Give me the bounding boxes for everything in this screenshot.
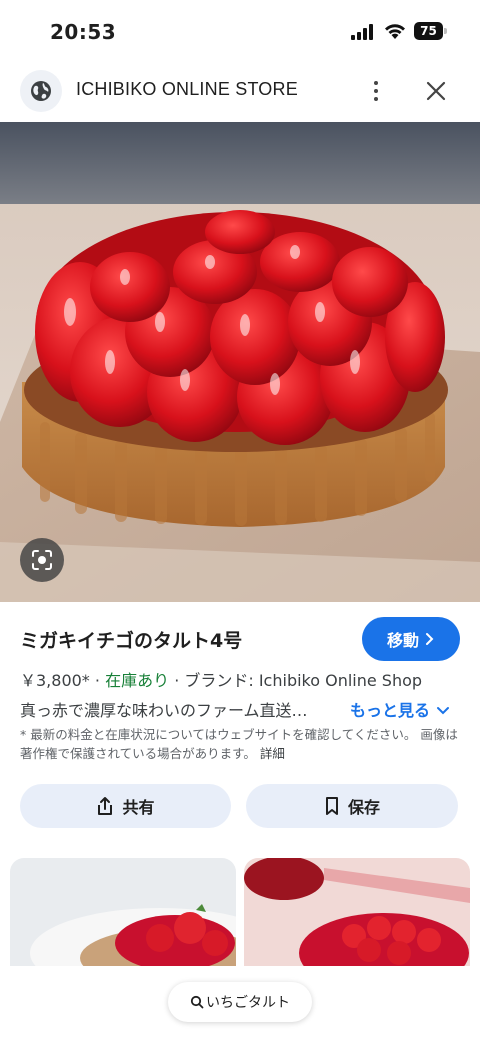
share-label: 共有 (122, 798, 155, 817)
battery-level: 75 (414, 22, 443, 40)
product-title: ミガキイチゴのタルト4号 (20, 630, 243, 652)
search-chip[interactable]: いちごタルト (168, 982, 312, 1022)
lens-search-icon[interactable] (20, 538, 64, 582)
details-link[interactable]: 詳細 (260, 746, 285, 761)
product-image[interactable] (0, 122, 480, 602)
browser-toolbar: ICHIBIKO ONLINE STORE (0, 62, 480, 122)
disclaimer-text: * 最新の料金と在庫状況についてはウェブサイトを確認してください。 画像は著作権… (20, 727, 458, 761)
search-chip-label: いちごタルト (206, 995, 290, 1011)
product-description: 真っ赤で濃厚な味わいのファーム直送… (20, 701, 308, 720)
chevron-down-icon (436, 707, 449, 715)
product-price: ￥3,800* (20, 671, 90, 690)
save-button[interactable]: 保存 (246, 784, 458, 828)
disclaimer: * 最新の料金と在庫状況についてはウェブサイトを確認してください。 画像は著作権… (20, 725, 460, 763)
product-meta: ￥3,800* · 在庫あり · ブランド: Ichibiko Online S… (20, 671, 423, 690)
globe-icon[interactable] (20, 70, 62, 112)
close-icon[interactable] (424, 79, 448, 103)
battery-icon: 75 (414, 22, 447, 40)
product-brand: ブランド: Ichibiko Online Shop (184, 671, 423, 690)
bookmark-icon (325, 797, 338, 815)
more-vert-icon[interactable] (366, 76, 386, 106)
share-icon (98, 797, 113, 815)
status-bar: 20:53 75 (0, 0, 480, 62)
share-button[interactable]: 共有 (20, 784, 231, 828)
related-image[interactable] (244, 858, 470, 978)
stock-status: 在庫あり (105, 671, 170, 690)
site-title: ICHIBIKO ONLINE STORE (76, 79, 298, 99)
go-button-label: 移動 (386, 631, 419, 650)
show-more-label: もっと見る (350, 701, 431, 720)
signal-icon (351, 24, 375, 40)
bottom-bar: いちごタルト (0, 966, 480, 1039)
show-more-link[interactable]: もっと見る (350, 697, 450, 721)
save-label: 保存 (347, 798, 380, 817)
go-button[interactable]: 移動 (362, 617, 460, 661)
status-time: 20:53 (50, 20, 117, 44)
wifi-icon (385, 24, 405, 39)
search-icon (190, 995, 204, 1009)
related-image[interactable] (10, 858, 236, 978)
chevron-right-icon (426, 633, 434, 645)
